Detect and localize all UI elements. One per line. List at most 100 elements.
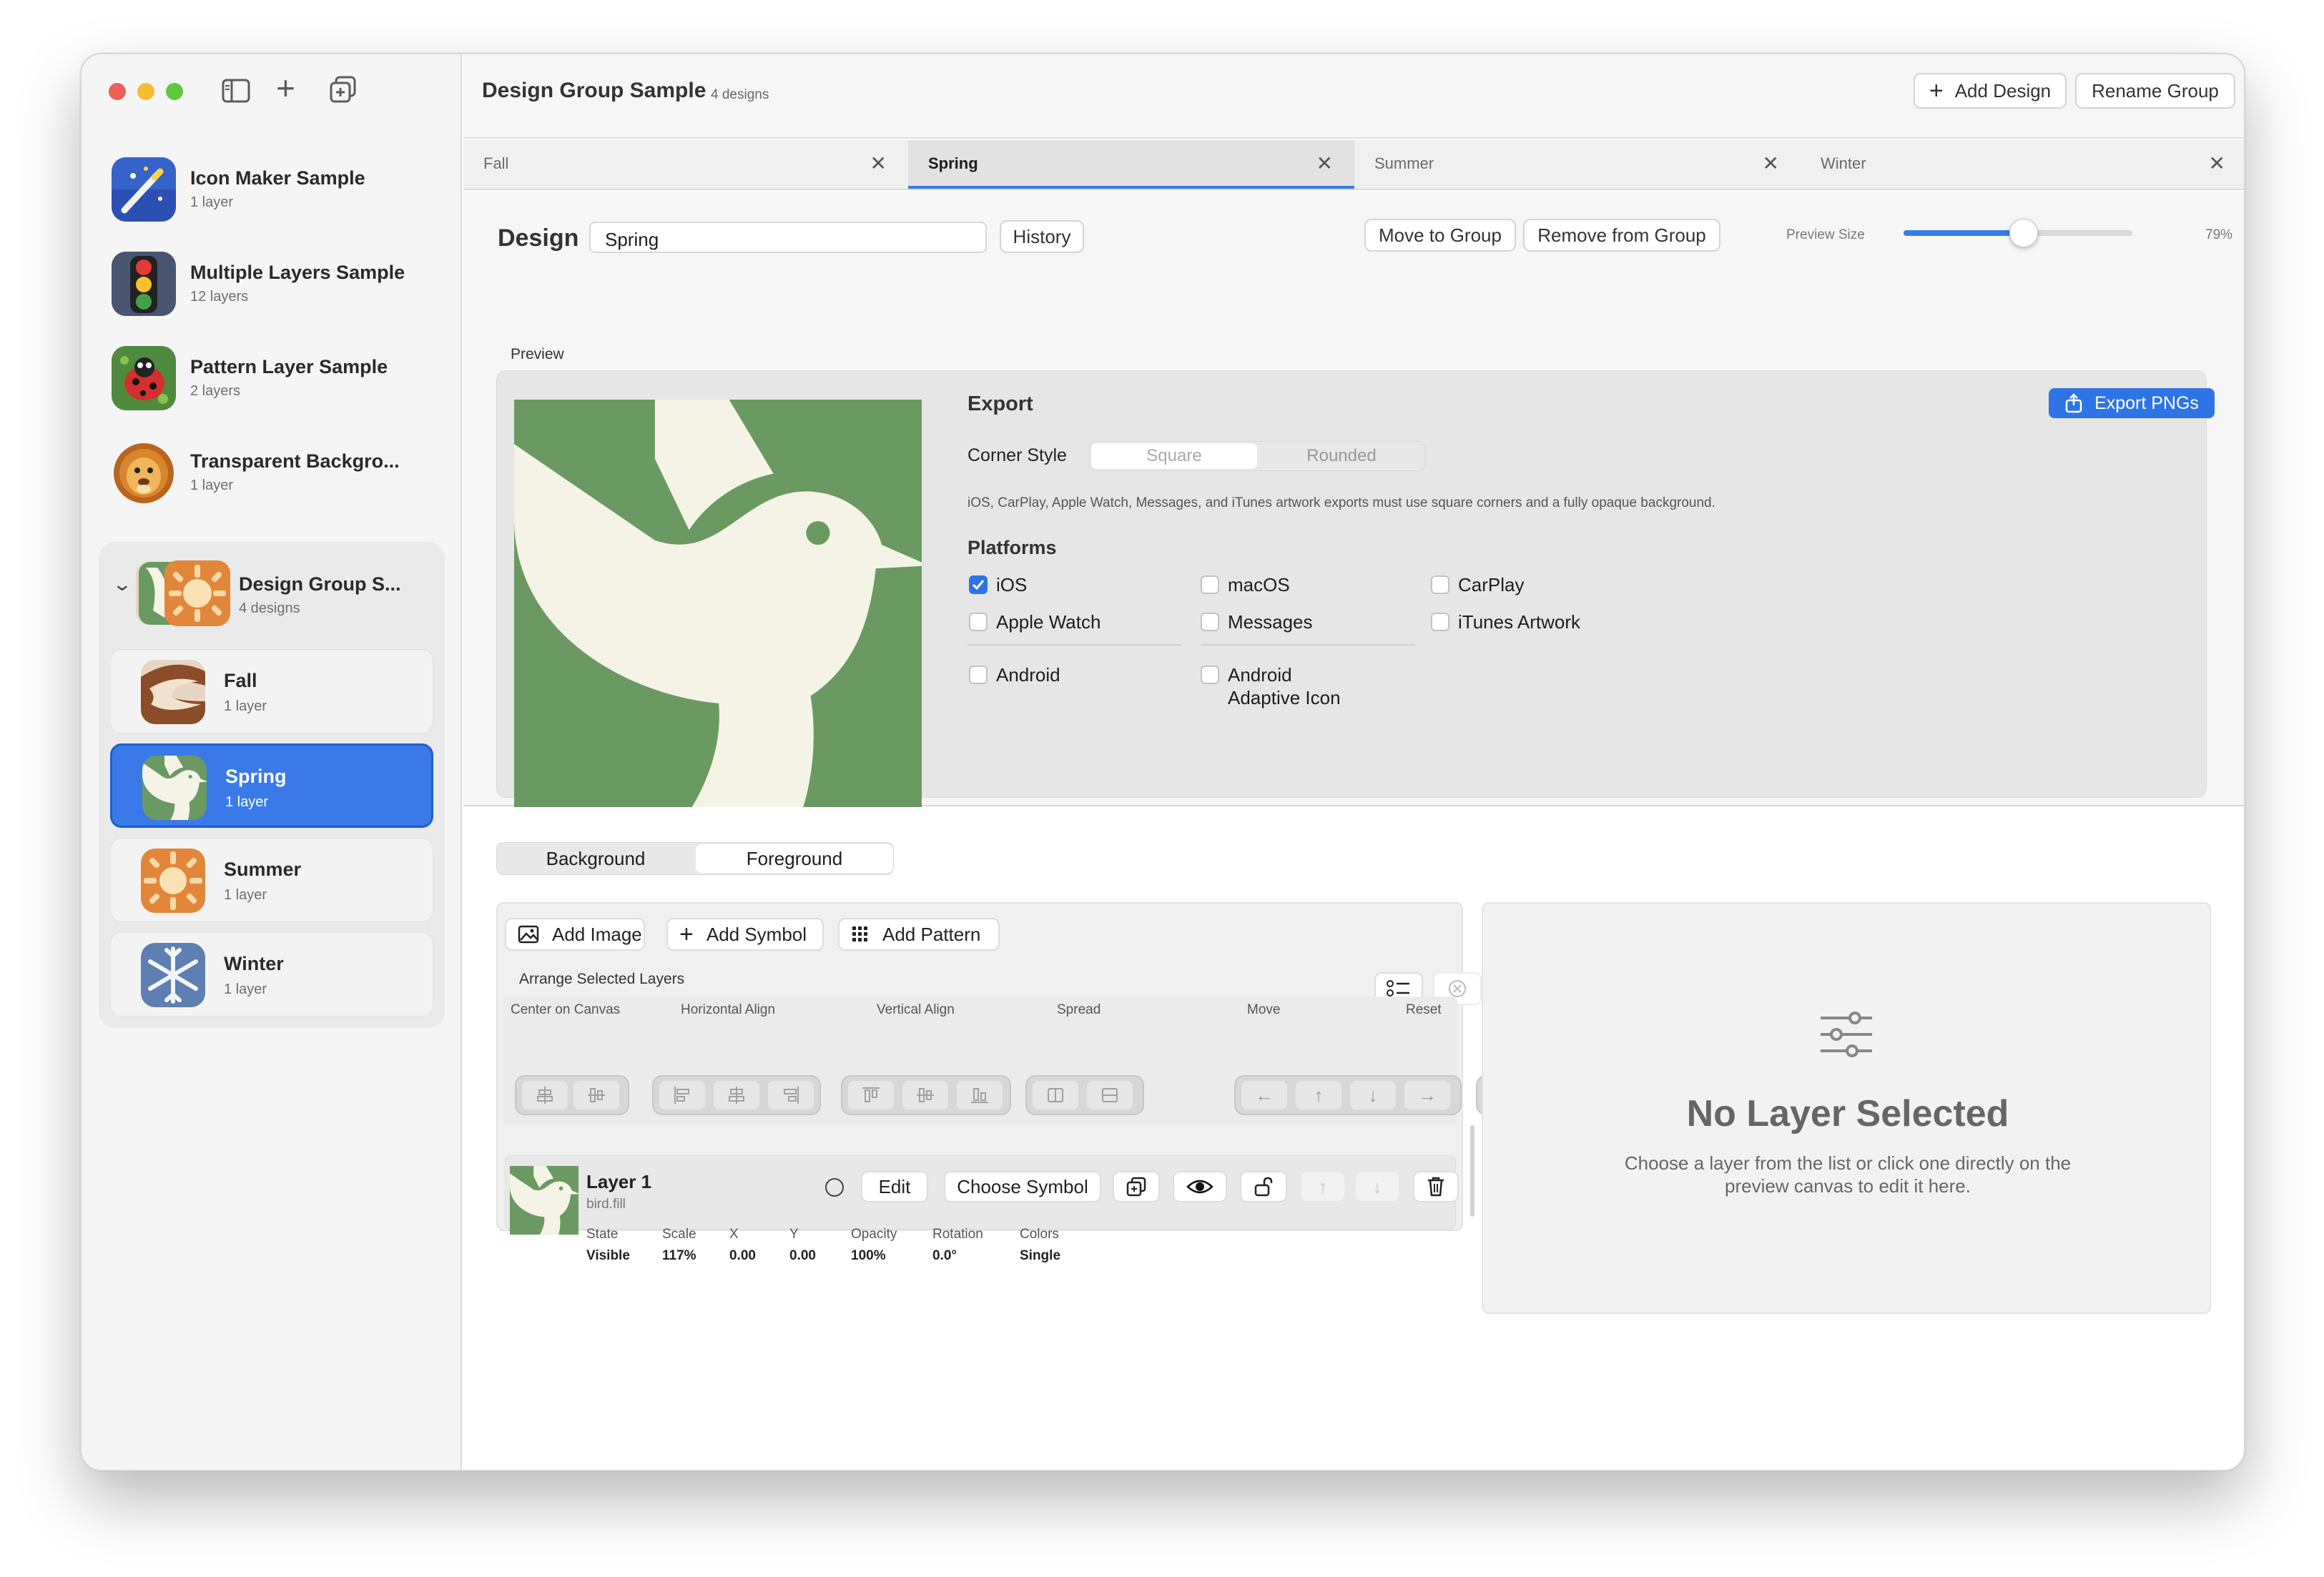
photo-icon: [518, 925, 539, 944]
android-adaptive-checkbox[interactable]: [1201, 666, 1219, 684]
group-item-spring[interactable]: Spring 1 layer: [110, 743, 433, 828]
tab-summer[interactable]: Summer ✕: [1354, 140, 1801, 189]
group-item-winter[interactable]: Winter 1 layer: [110, 932, 433, 1017]
design-editor: Design Spring History Move to Group Remo…: [463, 192, 2244, 807]
align-center-button[interactable]: [714, 1081, 759, 1109]
choose-symbol-button[interactable]: Choose Symbol: [944, 1171, 1101, 1202]
remove-from-group-button[interactable]: Remove from Group: [1523, 219, 1720, 252]
arrange-group-label: Reset: [1406, 1002, 1442, 1017]
carplay-checkbox[interactable]: [1431, 575, 1449, 594]
layer-down-button[interactable]: ↓: [1354, 1171, 1400, 1202]
spread-horizontal-button[interactable]: [1033, 1081, 1078, 1109]
ios-checkbox[interactable]: [969, 575, 988, 594]
delete-layer-button[interactable]: [1413, 1171, 1459, 1202]
foreground-tab[interactable]: Foreground: [696, 844, 893, 873]
design-name-field[interactable]: Spring: [589, 222, 987, 253]
plus-icon: +: [1929, 76, 1944, 104]
background-tab[interactable]: Background: [497, 843, 694, 874]
page-title: Design Group Sample: [482, 79, 706, 102]
center-horizontal-button[interactable]: [522, 1081, 568, 1109]
app-window: + Icon Maker Sample 1 layer Multiple Lay…: [80, 53, 2245, 1471]
apple-watch-checkbox[interactable]: [969, 613, 988, 631]
add-pattern-label: Add Pattern: [882, 923, 981, 945]
center-vertical-button[interactable]: [573, 1081, 619, 1109]
sidebar-item-title: Pattern Layer Sample: [190, 356, 388, 377]
close-icon[interactable]: ✕: [1763, 152, 1779, 175]
slider-knob[interactable]: [2009, 219, 2038, 247]
messages-checkbox[interactable]: [1201, 613, 1219, 631]
minimize-window-button[interactable]: [137, 83, 154, 100]
page-subtitle: 4 designs: [711, 87, 769, 102]
group-item-title: Winter: [224, 953, 284, 974]
layers-scrollbar[interactable]: [1470, 1125, 1474, 1217]
macos-checkbox[interactable]: [1201, 575, 1219, 594]
tab-fall[interactable]: Fall ✕: [463, 140, 908, 189]
field-value: 117%: [662, 1248, 696, 1263]
bird-icon: [142, 756, 207, 820]
sidebar-item-icon-maker[interactable]: Icon Maker Sample 1 layer: [109, 150, 438, 229]
corner-rounded-option[interactable]: Rounded: [1259, 443, 1424, 469]
tab-winter[interactable]: Winter ✕: [1801, 140, 2244, 189]
sidebar-item-transparent-background[interactable]: Transparent Backgro... 1 layer: [109, 433, 438, 512]
align-right-button[interactable]: [768, 1081, 814, 1109]
history-button[interactable]: History: [1000, 220, 1084, 253]
chevron-down-icon[interactable]: ⌄: [112, 573, 132, 595]
lion-icon: [112, 440, 176, 505]
platform-label: Android: [1228, 664, 1292, 686]
move-right-button[interactable]: →: [1404, 1081, 1450, 1109]
group-item-fall[interactable]: Fall 1 layer: [110, 649, 433, 733]
sidebar-item-multiple-layers[interactable]: Multiple Layers Sample 12 layers: [109, 244, 438, 323]
preview-card: Export Export PNGs Corner Style Square R…: [496, 370, 2215, 807]
field-value: 0.00: [789, 1248, 816, 1263]
edit-layer-button[interactable]: Edit: [861, 1171, 928, 1202]
layer-up-button[interactable]: ↑: [1300, 1171, 1346, 1202]
align-top-button[interactable]: [848, 1081, 894, 1109]
layer-select-radio[interactable]: [825, 1178, 844, 1197]
align-middle-button[interactable]: [902, 1081, 948, 1109]
field-value: Visible: [586, 1248, 630, 1263]
arrange-group-label: Center on Canvas: [511, 1002, 621, 1017]
visibility-button[interactable]: [1173, 1171, 1227, 1202]
sidebar-toggle-icon[interactable]: [222, 79, 250, 103]
align-left-button[interactable]: [659, 1081, 705, 1109]
add-image-button[interactable]: Add Image: [505, 918, 645, 951]
close-icon[interactable]: ✕: [1316, 152, 1333, 175]
group-item-title: Fall: [224, 670, 257, 691]
move-left-button[interactable]: ←: [1241, 1081, 1287, 1109]
duplicate-layer-button[interactable]: [1113, 1171, 1160, 1202]
sliders-icon: [1821, 1012, 1872, 1057]
rename-group-button[interactable]: Rename Group: [2075, 73, 2235, 109]
design-group-title[interactable]: Design Group S...: [239, 573, 401, 595]
duplicate-icon[interactable]: [329, 76, 358, 104]
add-symbol-button[interactable]: + Add Symbol: [666, 918, 824, 951]
zoom-window-button[interactable]: [166, 83, 183, 100]
traffic-light-icon: [112, 252, 176, 316]
corner-style-control: Square Rounded: [1089, 441, 1425, 471]
export-note: iOS, CarPlay, Apple Watch, Messages, and…: [967, 495, 1715, 510]
group-item-subtitle: 1 layer: [224, 887, 267, 903]
lock-button[interactable]: [1240, 1171, 1287, 1202]
align-bottom-button[interactable]: [957, 1081, 1003, 1109]
export-pngs-button[interactable]: Export PNGs: [2049, 388, 2215, 418]
corner-square-option[interactable]: Square: [1091, 443, 1257, 469]
move-down-button[interactable]: ↓: [1350, 1081, 1396, 1109]
snowflake-icon: [141, 943, 205, 1007]
android-checkbox[interactable]: [969, 666, 988, 684]
icon-preview-canvas[interactable]: [514, 400, 930, 807]
vertical-align-group: [841, 1075, 1011, 1115]
move-to-group-button[interactable]: Move to Group: [1364, 219, 1516, 252]
add-design-icon[interactable]: +: [276, 70, 295, 106]
group-item-summer[interactable]: Summer 1 layer: [110, 838, 433, 922]
add-design-button[interactable]: + Add Design: [1914, 73, 2067, 109]
tab-label: Spring: [928, 154, 978, 172]
tab-spring[interactable]: Spring ✕: [908, 140, 1354, 189]
itunes-artwork-checkbox[interactable]: [1431, 613, 1449, 631]
sidebar-item-pattern-layer[interactable]: Pattern Layer Sample 2 layers: [109, 339, 438, 417]
close-icon[interactable]: ✕: [2209, 152, 2225, 175]
close-icon[interactable]: ✕: [870, 152, 887, 175]
move-up-button[interactable]: ↑: [1296, 1081, 1341, 1109]
preview-size-slider[interactable]: [1904, 219, 2132, 247]
close-window-button[interactable]: [109, 83, 126, 100]
add-pattern-button[interactable]: Add Pattern: [838, 918, 1000, 951]
spread-vertical-button[interactable]: [1087, 1081, 1133, 1109]
